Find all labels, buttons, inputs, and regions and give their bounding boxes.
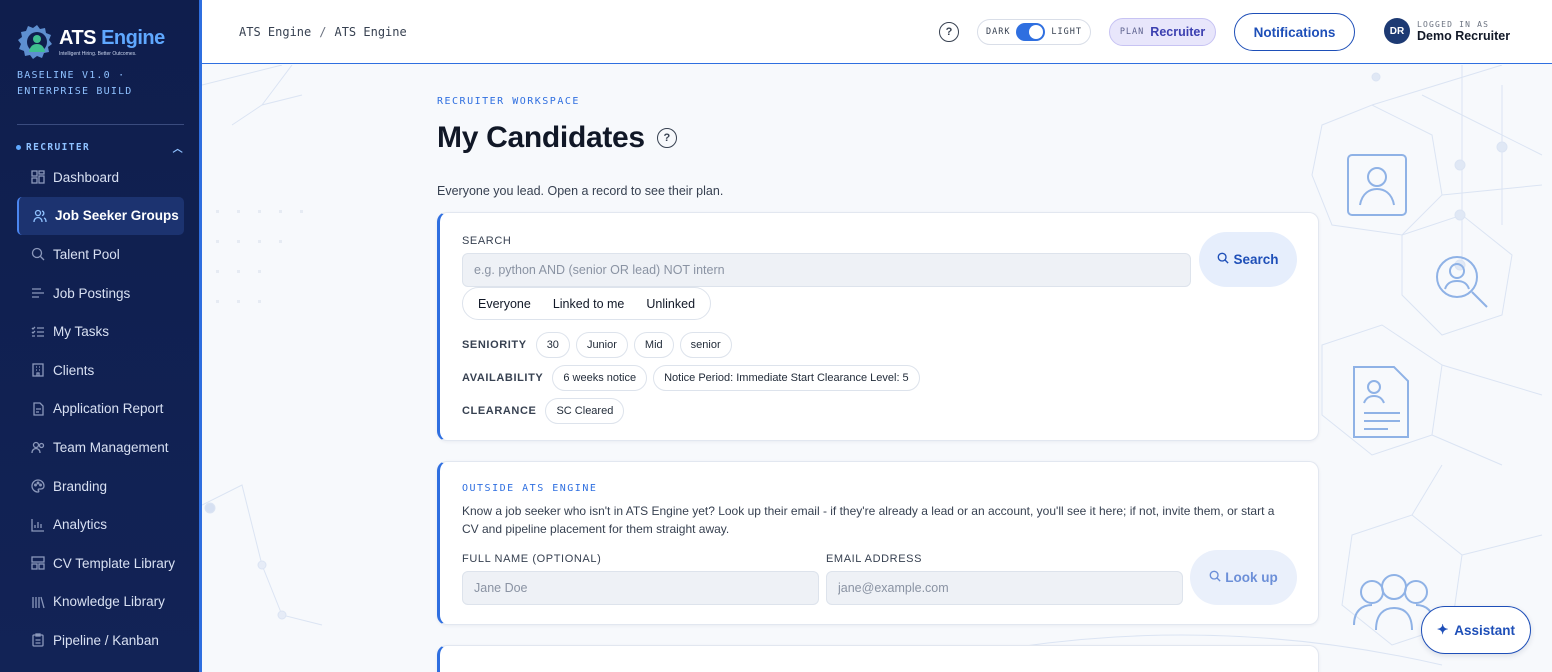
team-icon [30, 440, 45, 455]
sparkle-icon: ✦ [1436, 622, 1449, 637]
search-card: SEARCH Search Everyone Linked to me Unli… [437, 212, 1319, 441]
sidebar-item-application-report[interactable]: Application Report [17, 390, 184, 429]
theme-light-label: LIGHT [1051, 27, 1082, 37]
gear-person-logo-icon [18, 25, 52, 59]
list-icon [30, 286, 45, 301]
search-label: SEARCH [462, 235, 512, 247]
build-label: BASELINE V1.0 · ENTERPRISE BUILD [17, 70, 133, 97]
brand-tagline: Intelligent Hiring. Better Outcomes. [59, 51, 137, 57]
sidebar-item-knowledge-library[interactable]: Knowledge Library [17, 583, 184, 622]
facet-chip[interactable]: 30 [535, 332, 570, 358]
brand-name: ATS Engine [59, 27, 165, 49]
users-icon [32, 208, 47, 223]
breadcrumb: ATS Engine / ATS Engine [239, 25, 407, 39]
user-name: Demo Recruiter [1417, 28, 1511, 43]
search-icon [1217, 252, 1230, 267]
user-caption: LOGGED IN AS [1417, 19, 1490, 29]
chevron-up-icon: ︿ [172, 144, 184, 155]
main-content: RECRUITER WORKSPACE My Candidates ? Ever… [202, 65, 1552, 672]
assistant-button[interactable]: ✦ Assistant [1421, 606, 1531, 654]
plan-badge[interactable]: PLAN Recruiter [1109, 18, 1216, 46]
breadcrumb-separator: / [319, 25, 327, 39]
facet-seniority: SENIORITY 30 Junior Mid senior [462, 332, 738, 358]
results-card [437, 645, 1319, 672]
help-icon[interactable]: ? [939, 22, 959, 42]
theme-switch[interactable] [1016, 23, 1046, 41]
full-name-field[interactable] [462, 571, 819, 605]
scope-segmented-control: Everyone Linked to me Unlinked [462, 287, 712, 320]
facet-label: SENIORITY [462, 339, 527, 351]
section-label: RECRUITER [26, 142, 91, 153]
email-field-label: EMAIL ADDRESS [826, 553, 923, 565]
facet-label: AVAILABILITY [462, 372, 544, 384]
page-title: My Candidates [437, 121, 645, 154]
palette-icon [30, 479, 45, 494]
search-button[interactable]: Search [1199, 232, 1297, 287]
sidebar-item-branding[interactable]: Branding [17, 467, 184, 506]
sidebar-item-clients[interactable]: Clients [17, 351, 184, 390]
facet-chip[interactable]: Mid [633, 332, 674, 358]
facet-chip[interactable]: 6 weeks notice [552, 365, 648, 391]
template-icon [30, 556, 45, 571]
clipboard-icon [30, 633, 45, 648]
facet-chip[interactable]: SC Cleared [545, 398, 625, 424]
scope-option-unlinked[interactable]: Unlinked [635, 297, 706, 311]
top-header: ATS Engine / ATS Engine ? DARK LIGHT PLAN … [202, 0, 1552, 64]
avatar: DR [1384, 18, 1410, 44]
sidebar-item-team-management[interactable]: Team Management [17, 428, 184, 467]
search-icon [30, 247, 45, 262]
chart-icon [30, 517, 45, 532]
scope-option-everyone[interactable]: Everyone [467, 297, 542, 311]
theme-dark-label: DARK [986, 27, 1011, 37]
sidebar-item-pipeline-kanban[interactable]: Pipeline / Kanban [17, 621, 184, 660]
notifications-button[interactable]: Notifications [1234, 13, 1355, 51]
search-input[interactable] [462, 253, 1191, 287]
look-up-button[interactable]: Look up [1190, 550, 1297, 605]
theme-toggle[interactable]: DARK LIGHT [977, 19, 1091, 45]
sidebar-divider [17, 124, 184, 125]
report-icon [30, 401, 45, 416]
plan-label: PLAN [1119, 27, 1145, 37]
scope-option-linked[interactable]: Linked to me [542, 297, 636, 311]
help-icon[interactable]: ? [656, 128, 677, 148]
page-subtitle: Everyone you lead. Open a record to see … [437, 184, 724, 198]
sidebar-item-job-seeker-groups[interactable]: Job Seeker Groups [17, 196, 184, 236]
breadcrumb-item[interactable]: ATS Engine [239, 25, 311, 39]
outside-lookup-card: OUTSIDE ATS ENGINE Know a job seeker who… [437, 461, 1319, 625]
sidebar-item-my-tasks[interactable]: My Tasks [17, 312, 184, 351]
brand-logo[interactable]: ATS Engine Intelligent Hiring. Better Ou… [17, 22, 165, 62]
facet-chip[interactable]: Junior [575, 332, 628, 358]
email-field[interactable] [826, 571, 1183, 605]
sidebar-item-cv-template-library[interactable]: CV Template Library [17, 544, 184, 583]
plan-value: Recruiter [1150, 25, 1206, 39]
facet-chip[interactable]: senior [679, 332, 732, 358]
search-icon [1209, 570, 1221, 585]
facet-clearance: CLEARANCE SC Cleared [462, 398, 630, 424]
sidebar-item-talent-pool[interactable]: Talent Pool [17, 235, 184, 274]
name-field-label: FULL NAME (OPTIONAL) [462, 553, 602, 565]
page-eyebrow: RECRUITER WORKSPACE [437, 96, 580, 107]
user-menu[interactable]: DR LOGGED IN AS Demo Recruiter [1384, 18, 1510, 44]
section-dot-icon [16, 145, 21, 150]
section-toggle-recruiter[interactable]: RECRUITER ︿ [16, 140, 184, 155]
sidebar-item-analytics[interactable]: Analytics [17, 505, 184, 544]
building-icon [30, 363, 45, 378]
sidebar-item-dashboard[interactable]: Dashboard [17, 158, 184, 197]
dashboard-icon [30, 170, 45, 185]
sidebar-nav: Dashboard Job Seeker Groups Talent Pool … [17, 158, 184, 660]
facet-label: CLEARANCE [462, 405, 537, 417]
switch-knob [1029, 25, 1044, 39]
library-icon [30, 594, 45, 609]
facet-availability: AVAILABILITY 6 weeks notice Notice Perio… [462, 365, 926, 391]
outside-eyebrow: OUTSIDE ATS ENGINE [462, 483, 598, 494]
breadcrumb-item: ATS Engine [334, 25, 407, 39]
title-row: My Candidates ? [437, 121, 677, 155]
sidebar: ATS Engine Intelligent Hiring. Better Ou… [0, 0, 202, 672]
sidebar-item-job-postings[interactable]: Job Postings [17, 274, 184, 313]
facet-chip[interactable]: Notice Period: Immediate Start Clearance… [653, 365, 920, 391]
outside-description: Know a job seeker who isn't in ATS Engin… [462, 504, 1275, 536]
tasks-icon [30, 324, 45, 339]
